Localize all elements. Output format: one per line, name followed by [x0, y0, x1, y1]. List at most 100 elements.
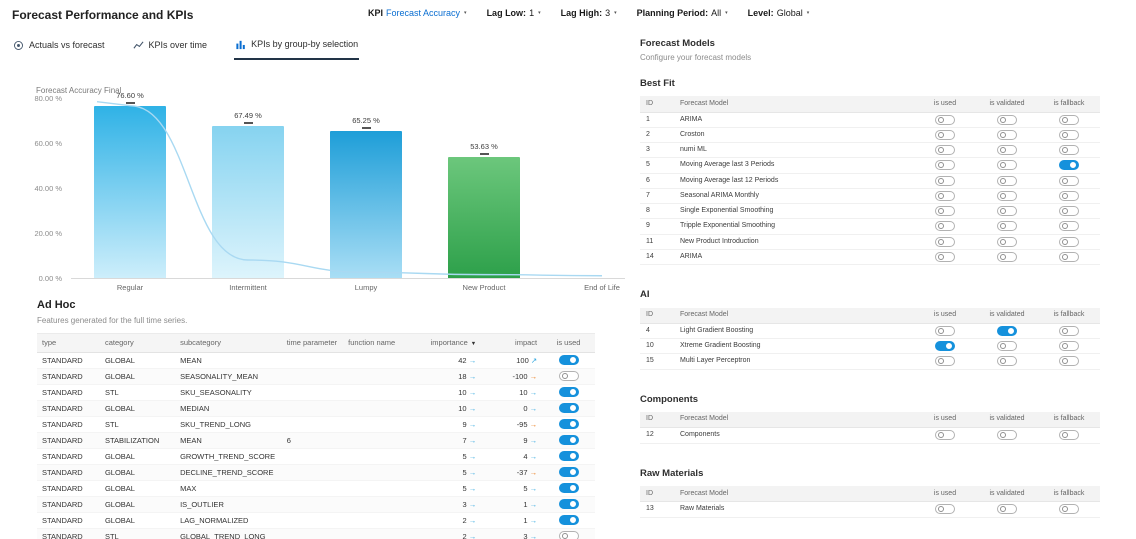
is-used-toggle[interactable] — [559, 531, 579, 539]
is-used-toggle[interactable] — [935, 191, 955, 201]
is-used-toggle[interactable] — [935, 206, 955, 216]
is-used-toggle[interactable] — [559, 483, 579, 493]
is-used-toggle[interactable] — [935, 176, 955, 186]
model-row[interactable]: 5Moving Average last 3 Periods — [640, 158, 1100, 173]
is-validated-toggle[interactable] — [997, 206, 1017, 216]
model-row[interactable]: 10Xtreme Gradient Boosting — [640, 339, 1100, 354]
is-fallback-toggle[interactable] — [1059, 176, 1079, 186]
is-used-toggle[interactable] — [935, 504, 955, 514]
is-used-toggle[interactable] — [935, 115, 955, 125]
x-axis-label: Intermittent — [193, 283, 303, 292]
is-used-toggle[interactable] — [559, 467, 579, 477]
is-validated-toggle[interactable] — [997, 430, 1017, 440]
model-row[interactable]: 8Single Exponential Smoothing — [640, 204, 1100, 219]
is-fallback-toggle[interactable] — [1059, 237, 1079, 247]
bar-new-product[interactable] — [448, 157, 520, 278]
is-used-toggle[interactable] — [935, 326, 955, 336]
is-fallback-toggle[interactable] — [1059, 341, 1079, 351]
is-used-toggle[interactable] — [559, 371, 579, 381]
toggle-knob — [1062, 328, 1068, 334]
is-validated-toggle[interactable] — [997, 252, 1017, 262]
table-row[interactable]: STANDARDGLOBALSEASONALITY_MEAN18 →-100 → — [37, 368, 595, 384]
is-used-toggle[interactable] — [935, 237, 955, 247]
is-used-toggle[interactable] — [559, 419, 579, 429]
model-row[interactable]: 12Components — [640, 428, 1100, 443]
is-fallback-toggle[interactable] — [1059, 145, 1079, 155]
column-header-subcategory[interactable]: subcategory — [175, 334, 282, 353]
is-fallback-toggle[interactable] — [1059, 191, 1079, 201]
model-row[interactable]: 11New Product Introduction — [640, 234, 1100, 249]
is-used-toggle[interactable] — [935, 356, 955, 366]
is-fallback-toggle[interactable] — [1059, 430, 1079, 440]
column-header-is-used[interactable]: is used — [542, 334, 595, 353]
table-row[interactable]: STANDARDGLOBALMEAN42 →100 ↗ — [37, 352, 595, 368]
is-validated-toggle[interactable] — [997, 130, 1017, 140]
table-row[interactable]: STANDARDGLOBALIS_OUTLIER3 →1 → — [37, 496, 595, 512]
table-row[interactable]: STANDARDSTLSKU_TREND_LONG9 →-95 → — [37, 416, 595, 432]
table-row[interactable]: STANDARDSTLGLOBAL_TREND_LONG2 →3 → — [37, 528, 595, 539]
column-header-function-name[interactable]: function name — [343, 334, 406, 353]
is-validated-toggle[interactable] — [997, 341, 1017, 351]
model-row[interactable]: 15Multi Layer Perceptron — [640, 354, 1100, 369]
bar-regular[interactable] — [94, 106, 166, 278]
model-row[interactable]: 9Tripple Exponential Smoothing — [640, 219, 1100, 234]
table-row[interactable]: STANDARDGLOBALLAG_NORMALIZED2 →1 → — [37, 512, 595, 528]
table-row[interactable]: STANDARDGLOBALMAX5 →5 → — [37, 480, 595, 496]
is-fallback-toggle[interactable] — [1059, 115, 1079, 125]
model-row[interactable]: 14ARIMA — [640, 249, 1100, 264]
is-used-toggle[interactable] — [559, 515, 579, 525]
is-validated-toggle[interactable] — [997, 326, 1017, 336]
column-header-time-parameter[interactable]: time parameter — [282, 334, 343, 353]
is-fallback-toggle[interactable] — [1059, 326, 1079, 336]
is-used-toggle[interactable] — [935, 430, 955, 440]
model-row[interactable]: 2Croston — [640, 128, 1100, 143]
is-validated-toggle[interactable] — [997, 356, 1017, 366]
is-validated-toggle[interactable] — [997, 145, 1017, 155]
model-row[interactable]: 13Raw Materials — [640, 502, 1100, 517]
bar-lumpy[interactable] — [330, 131, 402, 278]
bar-intermittent[interactable] — [212, 126, 284, 278]
is-validated-toggle[interactable] — [997, 160, 1017, 170]
table-row[interactable]: STANDARDGLOBALMEDIAN10 →0 → — [37, 400, 595, 416]
is-used-toggle[interactable] — [559, 355, 579, 365]
is-fallback-toggle[interactable] — [1059, 206, 1079, 216]
model-row[interactable]: 3numi ML — [640, 143, 1100, 158]
is-fallback-toggle[interactable] — [1059, 130, 1079, 140]
is-validated-toggle[interactable] — [997, 191, 1017, 201]
is-validated-toggle[interactable] — [997, 237, 1017, 247]
is-validated-toggle[interactable] — [997, 176, 1017, 186]
model-row[interactable]: 1ARIMA — [640, 112, 1100, 127]
table-row[interactable]: STANDARDSTABILIZATIONMEAN67 →9 → — [37, 432, 595, 448]
is-fallback-toggle[interactable] — [1059, 160, 1079, 170]
is-used-toggle[interactable] — [559, 403, 579, 413]
is-validated-toggle[interactable] — [997, 504, 1017, 514]
column-header-impact[interactable]: impact — [481, 334, 542, 353]
column-header-category[interactable]: category — [100, 334, 175, 353]
table-row[interactable]: STANDARDSTLSKU_SEASONALITY10 →10 → — [37, 384, 595, 400]
is-used-toggle[interactable] — [559, 387, 579, 397]
is-validated-toggle[interactable] — [997, 115, 1017, 125]
model-row[interactable]: 6Moving Average last 12 Periods — [640, 173, 1100, 188]
column-header-importance[interactable]: importance▼ — [406, 334, 481, 353]
column-header-type[interactable]: type — [37, 334, 100, 353]
is-used-toggle[interactable] — [935, 130, 955, 140]
model-row[interactable]: 7Seasonal ARIMA Monthly — [640, 188, 1100, 203]
is-used-toggle[interactable] — [935, 341, 955, 351]
section-title: Components — [640, 394, 1100, 405]
is-used-toggle[interactable] — [559, 499, 579, 509]
is-used-toggle[interactable] — [559, 451, 579, 461]
is-used-toggle[interactable] — [935, 160, 955, 170]
is-fallback-toggle[interactable] — [1059, 504, 1079, 514]
table-row[interactable]: STANDARDGLOBALDECLINE_TREND_SCORE5 →-37 … — [37, 464, 595, 480]
is-fallback-toggle[interactable] — [1059, 356, 1079, 366]
is-used-toggle[interactable] — [935, 221, 955, 231]
is-used-toggle[interactable] — [935, 252, 955, 262]
is-fallback-toggle[interactable] — [1059, 221, 1079, 231]
filter-level[interactable]: Level:Global▾ — [748, 8, 810, 19]
is-used-toggle[interactable] — [559, 435, 579, 445]
is-used-toggle[interactable] — [935, 145, 955, 155]
model-row[interactable]: 4Light Gradient Boosting — [640, 323, 1100, 338]
table-row[interactable]: STANDARDGLOBALGROWTH_TREND_SCORE5 →4 → — [37, 448, 595, 464]
is-fallback-toggle[interactable] — [1059, 252, 1079, 262]
is-validated-toggle[interactable] — [997, 221, 1017, 231]
